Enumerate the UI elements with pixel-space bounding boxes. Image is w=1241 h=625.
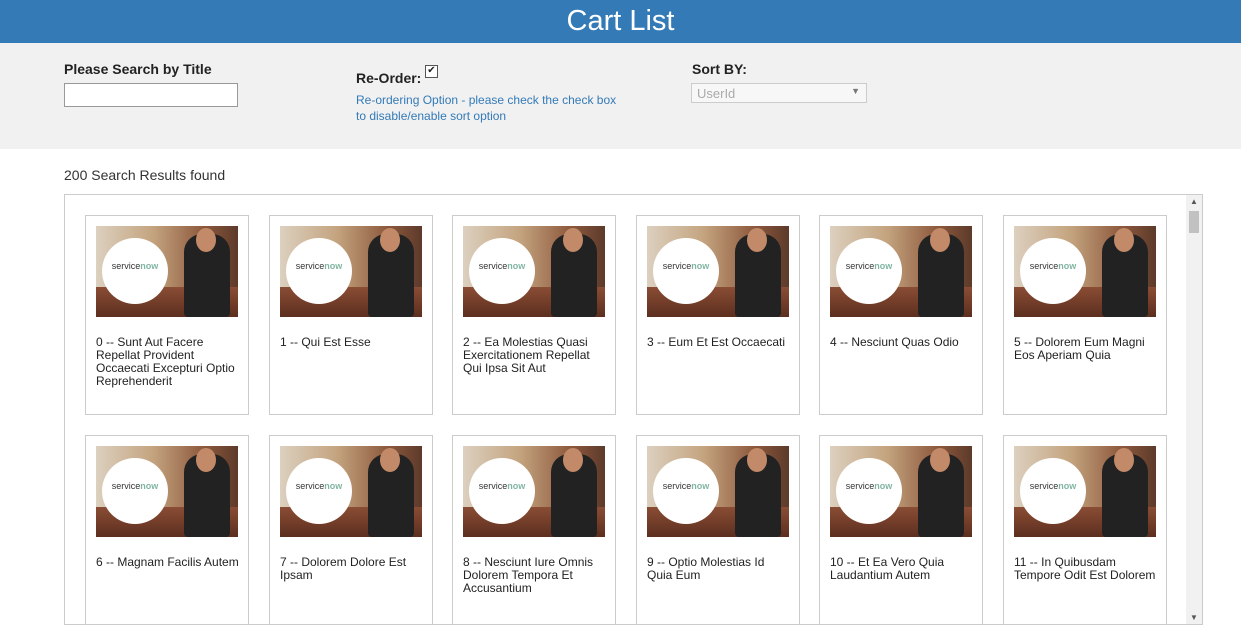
product-thumbnail: servicenow	[647, 226, 789, 317]
servicenow-logo	[102, 458, 168, 524]
product-card[interactable]: servicenow 0 -- Sunt Aut Facere Repellat …	[85, 215, 249, 415]
product-card[interactable]: servicenow 4 -- Nesciunt Quas Odio	[819, 215, 983, 415]
result-count: 200 Search Results found	[64, 167, 226, 183]
logo-text: servicenow	[295, 481, 343, 491]
reorder-checkbox[interactable]: ✔	[425, 65, 438, 78]
product-title: 3 -- Eum Et Est Occaecati	[647, 335, 786, 349]
product-thumbnail: servicenow	[1014, 446, 1156, 537]
search-input[interactable]	[64, 83, 238, 107]
reorder-help-text: Re-ordering Option - please check the ch…	[356, 93, 617, 123]
product-thumbnail: servicenow	[1014, 226, 1156, 317]
logo-text: servicenow	[1029, 261, 1077, 271]
servicenow-logo	[836, 458, 902, 524]
servicenow-logo	[653, 458, 719, 524]
page-title: Cart List	[566, 5, 675, 37]
logo-text: servicenow	[1029, 481, 1077, 491]
product-title: 5 -- Dolorem Eum Magni Eos Aperiam Quia	[1014, 335, 1145, 362]
product-title: 10 -- Et Ea Vero Quia Laudantium Autem	[830, 555, 945, 582]
servicenow-logo	[1020, 458, 1086, 524]
product-title: 6 -- Magnam Facilis Autem	[96, 555, 239, 569]
logo-text: servicenow	[845, 261, 893, 271]
chevron-down-icon: ▼	[851, 86, 860, 96]
logo-text: servicenow	[478, 261, 526, 271]
product-thumbnail: servicenow	[96, 446, 238, 537]
product-card[interactable]: servicenow 3 -- Eum Et Est Occaecati	[636, 215, 800, 415]
results-scrollbar[interactable]: ▲ ▼	[1186, 195, 1202, 624]
product-card[interactable]: servicenow 11 -- In Quibusdam Tempore Odi…	[1003, 435, 1167, 624]
servicenow-logo	[1020, 238, 1086, 304]
product-title: 11 -- In Quibusdam Tempore Odit Est Dolo…	[1014, 555, 1156, 582]
servicenow-logo	[286, 238, 352, 304]
logo-text: servicenow	[295, 261, 343, 271]
product-card[interactable]: servicenow 7 -- Dolorem Dolore Est Ipsam	[269, 435, 433, 624]
logo-text: servicenow	[111, 481, 159, 491]
product-thumbnail: servicenow	[830, 446, 972, 537]
product-thumbnail: servicenow	[280, 226, 422, 317]
servicenow-logo	[469, 458, 535, 524]
product-title: 8 -- Nesciunt Iure Omnis Dolorem Tempora…	[463, 555, 594, 595]
product-card[interactable]: servicenow 6 -- Magnam Facilis Autem	[85, 435, 249, 624]
product-card[interactable]: servicenow 2 -- Ea Molestias Quasi Exerci…	[452, 215, 616, 415]
scroll-up-icon[interactable]: ▲	[1190, 197, 1198, 206]
search-label: Please Search by Title	[64, 61, 212, 77]
scroll-down-icon[interactable]: ▼	[1190, 613, 1198, 622]
page-header: Cart List	[0, 0, 1241, 43]
logo-text: servicenow	[478, 481, 526, 491]
product-title: 1 -- Qui Est Esse	[280, 335, 371, 349]
filter-bar: Please Search by Title Re-Order: ✔ Re-or…	[0, 43, 1241, 149]
product-thumbnail: servicenow	[463, 446, 605, 537]
servicenow-logo	[102, 238, 168, 304]
product-title: 2 -- Ea Molestias Quasi Exercitationem R…	[463, 335, 590, 375]
product-title: 9 -- Optio Molestias Id Quia Eum	[647, 555, 765, 582]
sort-label: Sort BY:	[692, 61, 747, 77]
servicenow-logo	[469, 238, 535, 304]
product-card[interactable]: servicenow 1 -- Qui Est Esse	[269, 215, 433, 415]
product-title: 4 -- Nesciunt Quas Odio	[830, 335, 959, 349]
product-card[interactable]: servicenow 10 -- Et Ea Vero Quia Laudanti…	[819, 435, 983, 624]
sort-select[interactable]: UserId ▼	[691, 83, 867, 103]
product-thumbnail: servicenow	[96, 226, 238, 317]
reorder-label: Re-Order:	[356, 70, 422, 86]
servicenow-logo	[286, 458, 352, 524]
logo-text: servicenow	[845, 481, 893, 491]
sort-select-value: UserId	[697, 86, 736, 101]
servicenow-logo	[653, 238, 719, 304]
product-title: 0 -- Sunt Aut Facere Repellat Provident …	[96, 335, 235, 388]
product-thumbnail: servicenow	[463, 226, 605, 317]
scroll-thumb[interactable]	[1189, 211, 1199, 233]
servicenow-logo	[836, 238, 902, 304]
product-thumbnail: servicenow	[830, 226, 972, 317]
logo-text: servicenow	[662, 481, 710, 491]
product-card[interactable]: servicenow 5 -- Dolorem Eum Magni Eos Ape…	[1003, 215, 1167, 415]
results-panel: servicenow 0 -- Sunt Aut Facere Repellat …	[64, 194, 1203, 625]
product-card[interactable]: servicenow 9 -- Optio Molestias Id Quia E…	[636, 435, 800, 624]
product-title: 7 -- Dolorem Dolore Est Ipsam	[280, 555, 407, 582]
product-thumbnail: servicenow	[647, 446, 789, 537]
logo-text: servicenow	[111, 261, 159, 271]
product-thumbnail: servicenow	[280, 446, 422, 537]
logo-text: servicenow	[662, 261, 710, 271]
product-card[interactable]: servicenow 8 -- Nesciunt Iure Omnis Dolor…	[452, 435, 616, 624]
